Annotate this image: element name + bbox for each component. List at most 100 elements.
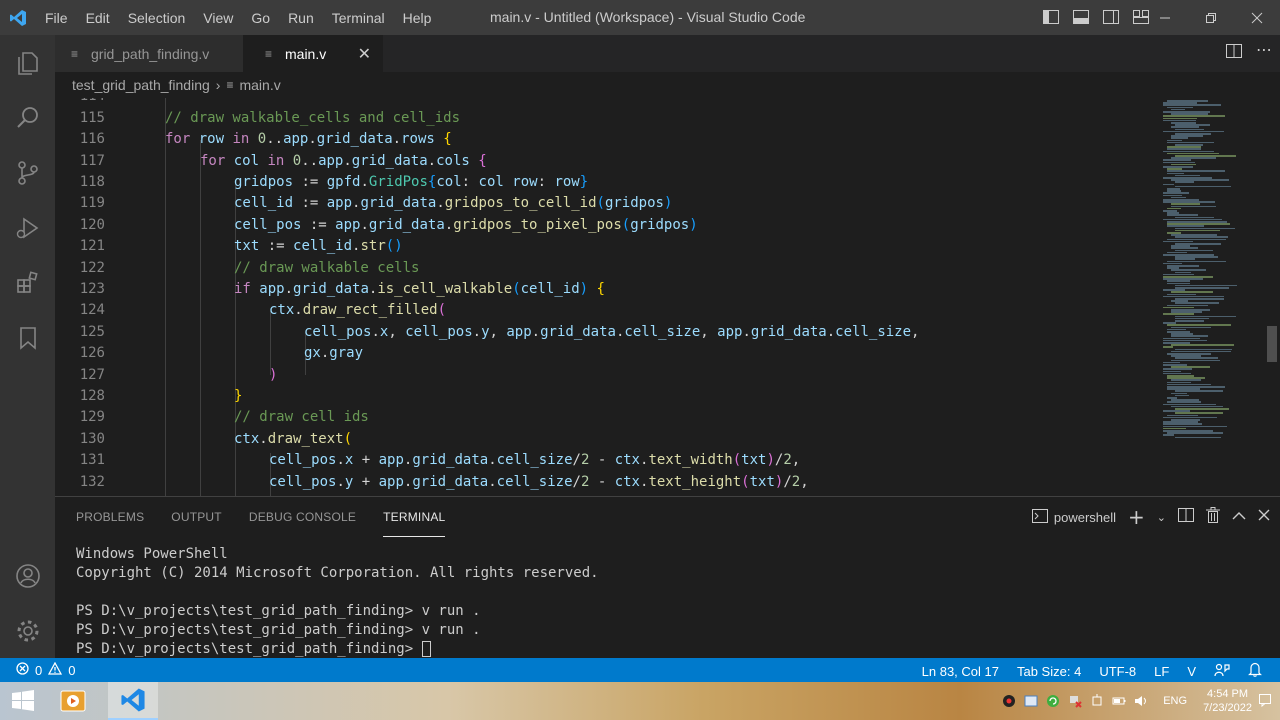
- line-number: 130: [79, 431, 105, 447]
- terminal-line: Windows PowerShell: [76, 546, 228, 562]
- media-player-taskbar-icon[interactable]: [48, 682, 98, 720]
- tray-app-icon[interactable]: [1001, 693, 1017, 709]
- notification-center-icon[interactable]: [1258, 693, 1272, 710]
- input-language[interactable]: ENG: [1163, 695, 1187, 707]
- vscode-taskbar-icon[interactable]: [108, 682, 158, 720]
- tab-label: grid_path_finding.v: [91, 45, 210, 62]
- system-tray: ENG 4:54 PM 7/23/2022: [1001, 682, 1280, 720]
- terminal-shell-selector[interactable]: powershell: [1031, 508, 1116, 526]
- terminal-output[interactable]: Windows PowerShell Copyright (C) 2014 Mic…: [76, 545, 599, 659]
- line-number: 127: [79, 367, 105, 383]
- trash-icon[interactable]: [1206, 507, 1220, 527]
- end-of-line[interactable]: LF: [1154, 664, 1169, 679]
- feedback-icon[interactable]: [1214, 663, 1230, 680]
- menu-help[interactable]: Help: [394, 10, 441, 26]
- accounts-icon[interactable]: [0, 548, 55, 603]
- chevron-right-icon: ›: [215, 77, 221, 93]
- menu-terminal[interactable]: Terminal: [323, 10, 394, 26]
- menu-run[interactable]: Run: [279, 10, 323, 26]
- source-control-icon[interactable]: [0, 145, 55, 200]
- breadcrumb-folder[interactable]: test_grid_path_finding: [72, 77, 210, 93]
- tray-usb-icon[interactable]: [1089, 693, 1105, 709]
- system-clock[interactable]: 4:54 PM 7/23/2022: [1203, 687, 1252, 715]
- terminal-prompt: PS D:\v_projects\test_grid_path_finding>: [76, 641, 422, 657]
- tray-window-icon[interactable]: [1023, 693, 1039, 709]
- menu-view[interactable]: View: [194, 10, 242, 26]
- toggle-sidebar-icon[interactable]: [1040, 7, 1062, 27]
- chevron-down-icon[interactable]: ⌄: [1157, 511, 1166, 524]
- extensions-icon[interactable]: [0, 255, 55, 310]
- cursor-position[interactable]: Ln 83, Col 17: [922, 664, 999, 679]
- code-line-129: // draw cell ids: [234, 409, 369, 425]
- tab-problems[interactable]: PROBLEMS: [76, 497, 144, 537]
- line-number: 126: [79, 345, 105, 361]
- tab-debug-console[interactable]: DEBUG CONSOLE: [249, 497, 356, 537]
- minimap-line: [1175, 185, 1232, 188]
- file-encoding[interactable]: UTF-8: [1099, 664, 1136, 679]
- code-line-132: cell_pos.y + app.grid_data.cell_size/2 -…: [269, 474, 809, 490]
- indent-guide: [200, 140, 201, 496]
- toggle-secondary-sidebar-icon[interactable]: [1100, 7, 1122, 27]
- title-bar: File Edit Selection View Go Run Terminal…: [0, 0, 1280, 35]
- menu-go[interactable]: Go: [242, 10, 279, 26]
- file-lines-icon: ≡: [226, 78, 234, 92]
- code-line-126: gx.gray: [304, 345, 364, 361]
- tray-network-disabled-icon[interactable]: [1067, 693, 1083, 709]
- tab-terminal[interactable]: TERMINAL: [383, 497, 446, 537]
- minimap-line: [1171, 344, 1234, 346]
- run-debug-icon[interactable]: [0, 200, 55, 255]
- scrollbar-thumb[interactable]: [1267, 326, 1277, 362]
- code-line-119: cell_id := app.grid_data.gridpos_to_cell…: [234, 195, 673, 211]
- tab-size[interactable]: Tab Size: 4: [1017, 664, 1081, 679]
- restore-icon[interactable]: [1188, 0, 1234, 35]
- tab-grid-path-finding[interactable]: ≡ grid_path_finding.v: [55, 35, 243, 72]
- language-mode[interactable]: V: [1187, 664, 1196, 679]
- tab-output[interactable]: OUTPUT: [171, 497, 222, 537]
- tray-volume-icon[interactable]: [1133, 693, 1149, 709]
- close-window-icon[interactable]: [1234, 0, 1280, 35]
- line-number: 119: [79, 195, 105, 211]
- editor-tab-bar: ≡ grid_path_finding.v ≡ main.v ✕ ⋯: [55, 35, 1280, 72]
- more-actions-icon[interactable]: ⋯: [1256, 42, 1272, 63]
- line-number: 124: [79, 302, 105, 318]
- search-icon[interactable]: [0, 90, 55, 145]
- file-lines-icon: ≡: [71, 46, 79, 61]
- toggle-panel-icon[interactable]: [1070, 7, 1092, 27]
- new-terminal-plus-icon[interactable]: +: [1128, 507, 1145, 527]
- error-icon: [16, 662, 29, 678]
- close-panel-icon[interactable]: [1258, 509, 1270, 525]
- menu-selection[interactable]: Selection: [119, 10, 195, 26]
- minimize-icon[interactable]: [1142, 0, 1188, 35]
- code-line-115: // draw walkable_cells and cell_ids: [165, 110, 461, 126]
- problems-indicator[interactable]: 0 0: [16, 661, 75, 678]
- breadcrumb-file[interactable]: main.v: [239, 77, 280, 93]
- tab-main-v[interactable]: ≡ main.v ✕: [243, 35, 383, 72]
- terminal-prompt-line[interactable]: PS D:\v_projects\test_grid_path_finding>: [76, 640, 599, 659]
- split-terminal-icon[interactable]: [1178, 507, 1194, 527]
- minimap-line: [1163, 434, 1174, 436]
- line-number: 122: [79, 260, 105, 276]
- minimap-line: [1175, 436, 1221, 439]
- close-tab-icon[interactable]: ✕: [358, 44, 371, 64]
- maximize-panel-chevron-up-icon[interactable]: [1232, 510, 1246, 525]
- vertical-scrollbar[interactable]: [1265, 98, 1280, 496]
- windows-start-icon[interactable]: [0, 682, 46, 720]
- code-line-122: // draw walkable cells: [234, 260, 420, 276]
- menu-edit[interactable]: Edit: [77, 10, 119, 26]
- code-editor[interactable]: 114 115 116 117 118 119 120 121 122 123 124 125 126 1…: [55, 98, 1280, 496]
- terminal-line: PS D:\v_projects\test_grid_path_finding>…: [76, 603, 481, 619]
- tray-refresh-icon[interactable]: [1045, 693, 1061, 709]
- window-title: main.v - Untitled (Workspace) - Visual S…: [490, 9, 806, 25]
- minimap[interactable]: [1155, 98, 1265, 496]
- code-line-117: for col in 0..app.grid_data.cols {: [200, 153, 487, 169]
- split-editor-icon[interactable]: [1226, 43, 1242, 63]
- bookmarks-icon[interactable]: [0, 310, 55, 365]
- notifications-bell-icon[interactable]: [1248, 662, 1262, 680]
- tray-battery-icon[interactable]: [1111, 693, 1127, 709]
- vscode-logo-icon: [0, 0, 36, 35]
- menu-file[interactable]: File: [36, 10, 77, 26]
- settings-gear-icon[interactable]: [0, 603, 55, 658]
- code-line-116: for row in 0..app.grid_data.rows {: [165, 131, 452, 147]
- line-number: 115: [79, 110, 105, 126]
- explorer-icon[interactable]: [0, 35, 55, 90]
